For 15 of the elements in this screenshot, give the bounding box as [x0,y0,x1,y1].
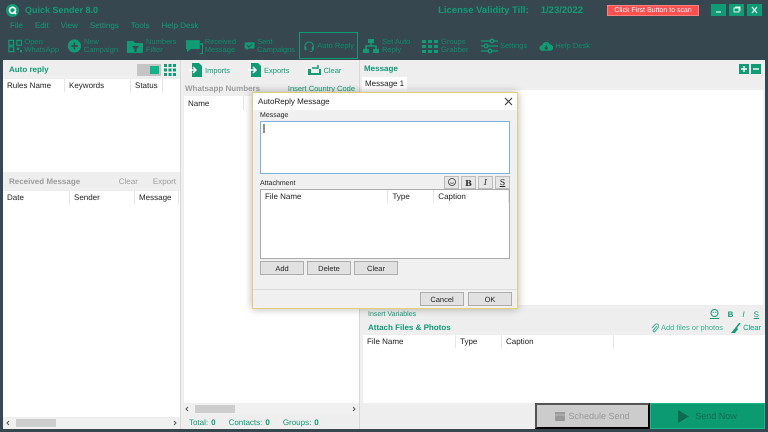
dialog-title: AutoReply Message [258,97,331,106]
license-label: License Validity Till: [438,4,529,16]
stat-value: 0 [265,418,270,426]
stat-label: Groups: [282,418,312,426]
section-title: Attach Files & Photos [368,323,452,332]
stat-label: Contacts: [228,418,262,426]
stat-value: 0 [314,418,319,426]
stat-value: 0 [211,418,216,426]
panel-title: Message [364,64,399,73]
panel-title: Received Message [9,177,80,186]
stat-label: Total: [189,418,208,426]
section-title: Whatsapp Numbers [185,84,260,92]
window-title: Quick Sender 8.0 [25,5,98,15]
license-date: 1/23/2022 [540,4,583,16]
panel-title: Auto reply [9,65,49,74]
